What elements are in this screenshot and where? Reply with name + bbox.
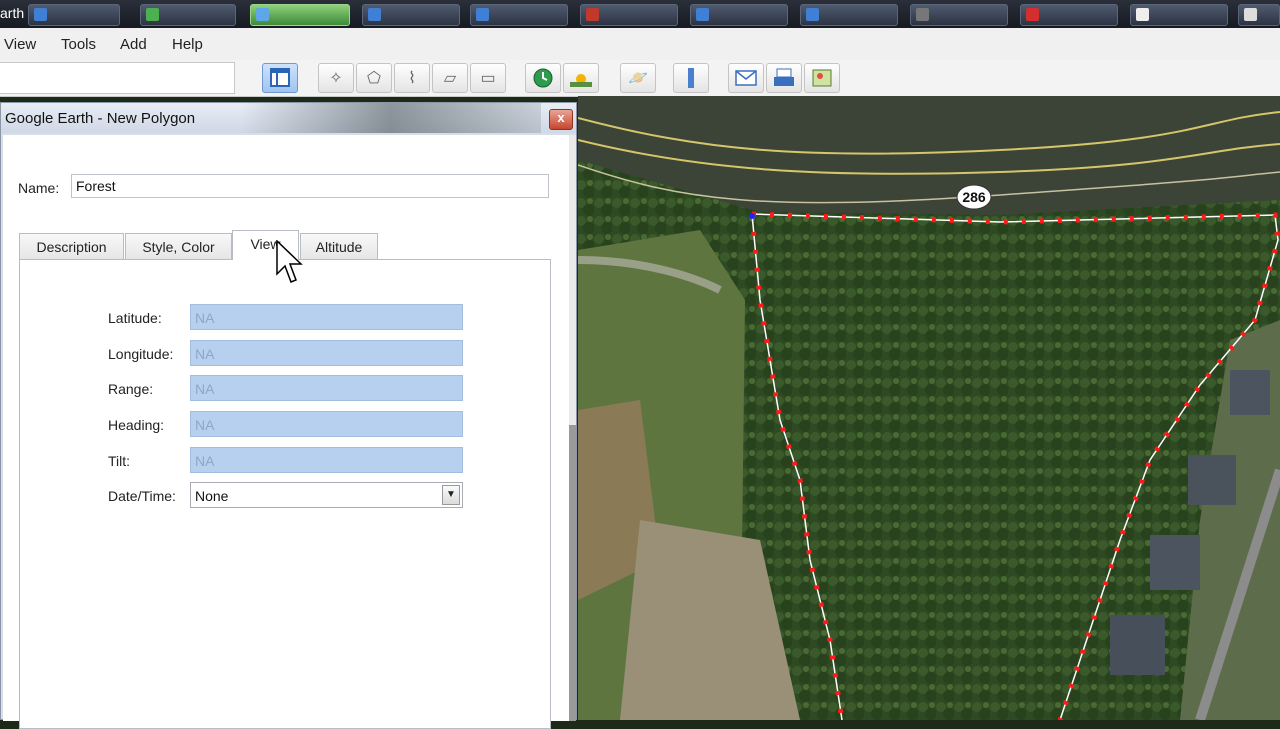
heading-field[interactable]: NA bbox=[190, 411, 463, 437]
app-icon bbox=[146, 8, 159, 21]
app-title-fragment: arth bbox=[0, 5, 25, 21]
record-tour-icon: ▭ bbox=[480, 70, 496, 87]
app-icon bbox=[806, 8, 819, 21]
datetime-value: None bbox=[195, 488, 229, 504]
tilt-field[interactable]: NA bbox=[190, 447, 463, 473]
add-polygon-icon: ⬠ bbox=[367, 70, 381, 87]
scrollbar-thumb[interactable] bbox=[569, 425, 576, 721]
ruler-icon bbox=[688, 68, 694, 88]
add-path-icon: ⌇ bbox=[408, 70, 416, 87]
heading-label: Heading: bbox=[108, 417, 165, 433]
menu-view[interactable]: View bbox=[4, 36, 36, 53]
taskbar-button-active[interactable] bbox=[250, 4, 350, 26]
sidebar-toggle-icon bbox=[270, 68, 290, 87]
view-tab-panel: Latitude: NA Longitude: NA Range: NA Hea… bbox=[19, 259, 551, 729]
planets-button[interactable]: 🪐 bbox=[620, 63, 656, 93]
taskbar-button[interactable] bbox=[362, 4, 460, 26]
taskbar-button[interactable] bbox=[690, 4, 788, 26]
add-path-button[interactable]: ⌇ bbox=[394, 63, 430, 93]
app-icon bbox=[696, 8, 709, 21]
app-icon bbox=[256, 8, 269, 21]
satellite-imagery: 286 bbox=[578, 96, 1280, 720]
taskbar-button[interactable] bbox=[800, 4, 898, 26]
historical-imagery-icon bbox=[533, 68, 553, 88]
new-polygon-dialog: Google Earth - New Polygon x Name: Descr… bbox=[0, 102, 577, 729]
datetime-label: Date/Time: bbox=[108, 488, 176, 504]
range-label: Range: bbox=[108, 381, 154, 397]
sunlight-icon bbox=[570, 74, 592, 87]
add-polygon-button[interactable]: ⬠ bbox=[356, 63, 392, 93]
app-icon bbox=[1026, 8, 1039, 21]
taskbar-button[interactable] bbox=[580, 4, 678, 26]
search-panel-stub[interactable] bbox=[0, 62, 235, 94]
app-icon bbox=[34, 8, 47, 21]
historical-imagery-button[interactable] bbox=[525, 63, 561, 93]
taskbar-button[interactable] bbox=[910, 4, 1008, 26]
taskbar-button[interactable] bbox=[28, 4, 120, 26]
add-placemark-icon: ✧ bbox=[329, 70, 343, 87]
planets-icon: 🪐 bbox=[628, 70, 648, 87]
taskbar-button[interactable] bbox=[1020, 4, 1118, 26]
tab-style-color[interactable]: Style, Color bbox=[125, 233, 232, 259]
taskbar-button[interactable] bbox=[1130, 4, 1228, 26]
tab-description[interactable]: Description bbox=[19, 233, 124, 259]
tab-altitude[interactable]: Altitude bbox=[300, 233, 378, 259]
add-placemark-button[interactable]: ✧ bbox=[318, 63, 354, 93]
sunlight-button[interactable] bbox=[563, 63, 599, 93]
longitude-label: Longitude: bbox=[108, 346, 174, 362]
chevron-down-icon[interactable]: ▼ bbox=[442, 485, 460, 505]
toolbar: ✧ ⬠ ⌇ ▱ ▭ 🪐 bbox=[0, 60, 1280, 97]
email-button[interactable] bbox=[728, 63, 764, 93]
add-image-overlay-button[interactable]: ▱ bbox=[432, 63, 468, 93]
menu-add[interactable]: Add bbox=[120, 36, 147, 53]
app-icon bbox=[916, 8, 929, 21]
range-field[interactable]: NA bbox=[190, 375, 463, 401]
add-image-overlay-icon: ▱ bbox=[443, 70, 457, 87]
record-tour-button[interactable]: ▭ bbox=[470, 63, 506, 93]
email-icon bbox=[735, 70, 757, 86]
menu-help[interactable]: Help bbox=[172, 36, 203, 53]
route-label: 286 bbox=[962, 189, 986, 205]
mouse-cursor-icon bbox=[276, 240, 303, 283]
app-icon bbox=[368, 8, 381, 21]
print-button[interactable] bbox=[766, 63, 802, 93]
dialog-title: Google Earth - New Polygon bbox=[5, 110, 196, 127]
longitude-field[interactable]: NA bbox=[190, 340, 463, 366]
tilt-label: Tilt: bbox=[108, 453, 131, 469]
ruler-button[interactable] bbox=[673, 63, 709, 93]
latitude-field[interactable]: NA bbox=[190, 304, 463, 330]
close-icon: x bbox=[557, 110, 565, 125]
sidebar-toggle-button[interactable] bbox=[262, 63, 298, 93]
latitude-label: Latitude: bbox=[108, 310, 162, 326]
taskbar-button[interactable] bbox=[140, 4, 236, 26]
app-icon bbox=[586, 8, 599, 21]
taskbar-button[interactable] bbox=[1238, 4, 1280, 26]
app-icon bbox=[1136, 8, 1149, 21]
dialog-titlebar[interactable]: Google Earth - New Polygon x bbox=[1, 103, 576, 133]
taskbar-button[interactable] bbox=[470, 4, 568, 26]
view-in-maps-icon bbox=[812, 69, 832, 87]
dialog-body: Name: Description Style, Color View Alti… bbox=[3, 135, 569, 729]
menu-tools[interactable]: Tools bbox=[61, 36, 96, 53]
view-in-maps-button[interactable] bbox=[804, 63, 840, 93]
datetime-select[interactable]: None ▼ bbox=[190, 482, 463, 508]
app-icon bbox=[476, 8, 489, 21]
menu-bar: View Tools Add Help bbox=[0, 28, 1280, 61]
print-icon bbox=[774, 68, 794, 86]
name-label: Name: bbox=[18, 180, 60, 196]
app-icon bbox=[1244, 8, 1257, 21]
close-button[interactable]: x bbox=[549, 109, 573, 130]
map-view[interactable]: 286 bbox=[578, 96, 1280, 720]
taskbar: arth bbox=[0, 0, 1280, 28]
dialog-scrollbar[interactable] bbox=[569, 135, 576, 721]
titlebar-glass bbox=[241, 103, 541, 133]
name-input[interactable] bbox=[71, 174, 549, 198]
